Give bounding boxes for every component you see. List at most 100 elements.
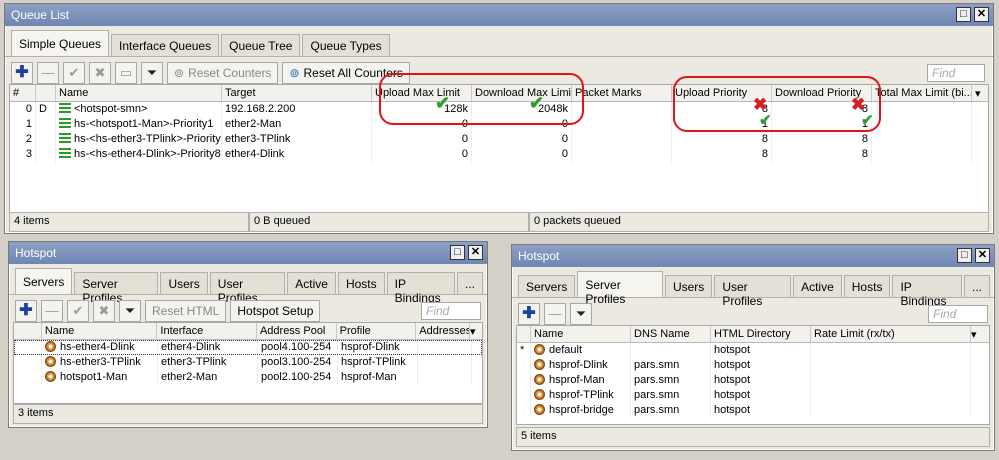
col-num[interactable]: # bbox=[10, 85, 36, 101]
close-icon[interactable]: ✕ bbox=[974, 7, 989, 22]
col-flag[interactable] bbox=[36, 85, 56, 101]
tab-user-profiles[interactable]: User Profiles bbox=[209, 272, 286, 305]
row-name-text: hsprof-TPlink bbox=[549, 389, 614, 401]
hotspot-titlebar[interactable]: Hotspot □ ✕ bbox=[9, 242, 487, 264]
remove-icon[interactable]: — bbox=[37, 62, 59, 84]
row-dns: pars.smn bbox=[631, 373, 711, 388]
row-download-max: 0 bbox=[472, 132, 572, 147]
maximize-icon[interactable]: □ bbox=[956, 7, 971, 22]
reset-icon: ⊚ bbox=[174, 66, 185, 80]
comment-icon[interactable]: ▭ bbox=[115, 62, 137, 84]
table-row[interactable]: * default hotspot bbox=[517, 343, 989, 358]
disable-icon[interactable]: ✖ bbox=[93, 300, 115, 322]
row-packet-marks bbox=[572, 102, 672, 117]
col-flag[interactable] bbox=[14, 323, 42, 339]
col-address-pool[interactable]: Address Pool bbox=[257, 323, 337, 339]
find-input[interactable]: Find bbox=[928, 305, 988, 323]
col-flag[interactable] bbox=[517, 326, 531, 342]
hotspot-titlebar[interactable]: Hotspot □ ✕ bbox=[512, 245, 994, 267]
col-profile[interactable]: Profile bbox=[337, 323, 417, 339]
col-packet-marks[interactable]: Packet Marks bbox=[572, 85, 672, 101]
remove-icon[interactable]: — bbox=[544, 303, 566, 325]
check-mark-icon: ✔ bbox=[861, 112, 874, 129]
reset-counters-button[interactable]: ⊚ Reset Counters bbox=[167, 62, 279, 84]
queue-list-titlebar[interactable]: Queue List □ ✕ bbox=[5, 4, 993, 26]
tab-interface-queues[interactable]: Interface Queues bbox=[111, 34, 220, 56]
reset-html-button[interactable]: Reset HTML bbox=[145, 300, 227, 322]
table-row[interactable]: hotspot1-Man ether2-Man pool2.100-254 hs… bbox=[14, 370, 482, 385]
tab-ip-bindings[interactable]: IP Bindings bbox=[892, 275, 962, 308]
tab-ip-bindings[interactable]: IP Bindings bbox=[386, 272, 455, 305]
column-menu-icon[interactable]: ▾ bbox=[470, 323, 482, 339]
tab-user-profiles[interactable]: User Profiles bbox=[714, 275, 792, 308]
table-row[interactable]: hs-ether3-TPlink ether3-TPlink pool3.100… bbox=[14, 355, 482, 370]
find-input[interactable]: Find bbox=[927, 64, 985, 82]
tab-hosts[interactable]: Hosts bbox=[337, 272, 385, 294]
tab-more[interactable]: ... bbox=[456, 272, 483, 294]
queue-icon bbox=[59, 118, 71, 128]
table-row[interactable]: hsprof-TPlink pars.smn hotspot bbox=[517, 388, 989, 403]
row-upload-max: 0 bbox=[372, 147, 472, 162]
col-name[interactable]: Name bbox=[42, 323, 158, 339]
row-flag bbox=[36, 132, 56, 147]
tab-simple-queues[interactable]: Simple Queues bbox=[11, 30, 110, 56]
maximize-icon[interactable]: □ bbox=[957, 248, 972, 263]
row-target: ether4-Dlink bbox=[222, 147, 372, 162]
col-addresses[interactable]: Addresses bbox=[416, 323, 471, 339]
disable-icon[interactable]: ✖ bbox=[89, 62, 111, 84]
status-queued: 0 B queued bbox=[249, 212, 529, 232]
row-name-text: hs-ether4-Dlink bbox=[60, 341, 135, 353]
add-icon[interactable]: ✚ bbox=[15, 300, 37, 322]
remove-icon[interactable]: — bbox=[41, 300, 63, 322]
tab-more[interactable]: ... bbox=[963, 275, 990, 297]
add-icon[interactable]: ✚ bbox=[518, 303, 540, 325]
column-menu-icon[interactable]: ▾ bbox=[971, 326, 985, 342]
table-row[interactable]: hsprof-Man pars.smn hotspot bbox=[517, 373, 989, 388]
close-icon[interactable]: ✕ bbox=[468, 245, 483, 260]
maximize-icon[interactable]: □ bbox=[450, 245, 465, 260]
col-name[interactable]: Name bbox=[56, 85, 222, 101]
enable-icon[interactable]: ✔ bbox=[67, 300, 89, 322]
col-rate-limit[interactable]: Rate Limit (rx/tx) bbox=[811, 326, 971, 342]
row-packet-marks bbox=[572, 117, 672, 132]
tab-users[interactable]: Users bbox=[664, 275, 713, 297]
filter-icon[interactable]: ⏷ bbox=[141, 62, 163, 84]
col-dns-name[interactable]: DNS Name bbox=[631, 326, 711, 342]
col-interface[interactable]: Interface bbox=[157, 323, 257, 339]
enable-icon[interactable]: ✔ bbox=[63, 62, 85, 84]
tab-queue-types[interactable]: Queue Types bbox=[302, 34, 390, 56]
tab-active[interactable]: Active bbox=[793, 275, 842, 297]
find-input[interactable]: Find bbox=[421, 302, 481, 320]
tab-server-profiles[interactable]: Server Profiles bbox=[74, 272, 159, 305]
tab-queue-tree[interactable]: Queue Tree bbox=[221, 34, 301, 56]
hotspot-setup-button[interactable]: Hotspot Setup bbox=[230, 300, 321, 322]
reset-counters-label: Reset Counters bbox=[188, 66, 272, 80]
col-total-max-limit[interactable]: Total Max Limit (bi... bbox=[872, 85, 972, 101]
col-html-directory[interactable]: HTML Directory bbox=[711, 326, 811, 342]
row-target: ether3-TPlink bbox=[222, 132, 372, 147]
table-row[interactable]: hsprof-bridge pars.smn hotspot bbox=[517, 403, 989, 418]
filter-icon[interactable]: ⏷ bbox=[119, 300, 141, 322]
column-menu-icon[interactable]: ▾ bbox=[972, 85, 988, 101]
tab-hosts[interactable]: Hosts bbox=[843, 275, 891, 297]
row-flag bbox=[517, 388, 531, 403]
row-dir: hotspot bbox=[711, 358, 811, 373]
tab-server-profiles[interactable]: Server Profiles bbox=[577, 271, 663, 306]
table-row[interactable]: hsprof-Dlink pars.smn hotspot bbox=[517, 358, 989, 373]
tab-users[interactable]: Users bbox=[160, 272, 208, 294]
table-row[interactable]: 3 hs-<hs-ether4-Dlink>-Priority8 ether4-… bbox=[10, 147, 988, 162]
col-name[interactable]: Name bbox=[531, 326, 631, 342]
close-icon[interactable]: ✕ bbox=[975, 248, 990, 263]
tab-servers[interactable]: Servers bbox=[518, 275, 576, 297]
tab-servers[interactable]: Servers bbox=[15, 268, 73, 294]
hotspot-icon bbox=[534, 374, 545, 385]
col-target[interactable]: Target bbox=[222, 85, 372, 101]
row-addresses bbox=[418, 340, 472, 355]
table-row[interactable]: hs-ether4-Dlink ether4-Dlink pool4.100-2… bbox=[14, 340, 482, 355]
add-icon[interactable]: ✚ bbox=[11, 62, 33, 84]
table-row[interactable]: 2 hs-<hs-ether3-TPlink>-Priority8 ether3… bbox=[10, 132, 988, 147]
row-target: ether2-Man bbox=[222, 117, 372, 132]
hotspot-icon bbox=[534, 404, 545, 415]
tab-active[interactable]: Active bbox=[287, 272, 336, 294]
filter-icon[interactable]: ⏷ bbox=[570, 303, 592, 325]
